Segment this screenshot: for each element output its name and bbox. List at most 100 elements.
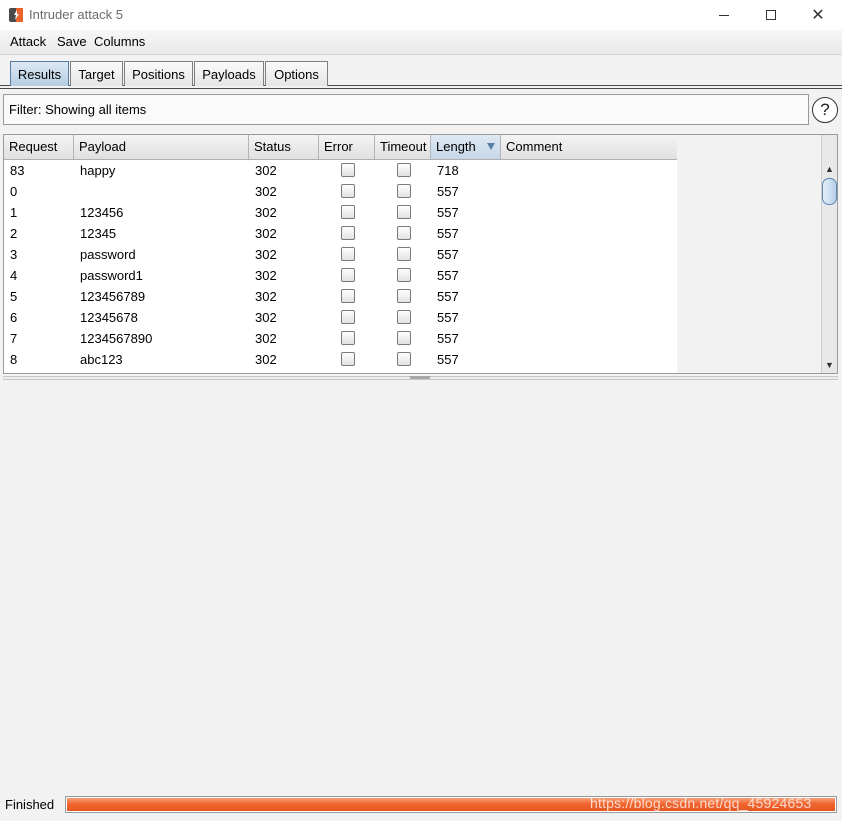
cell-payload: password	[80, 247, 136, 262]
timeout-checkbox[interactable]	[397, 268, 411, 282]
tab-positions[interactable]: Positions	[124, 61, 193, 86]
menu-attack[interactable]: Attack	[10, 34, 46, 49]
cell-length: 557	[437, 205, 459, 220]
cell-request: 0	[10, 184, 18, 199]
filter-bar[interactable]: Filter: Showing all items	[3, 94, 809, 125]
error-checkbox[interactable]	[341, 352, 355, 366]
error-checkbox[interactable]	[341, 226, 355, 240]
scrollbar-thumb[interactable]	[822, 178, 837, 205]
table-row[interactable]: 2 12345 302 557	[4, 223, 677, 244]
column-header-error[interactable]: Error	[319, 135, 375, 159]
table-row[interactable]: 5 123456789 302 557	[4, 286, 677, 307]
tab-divider	[0, 88, 842, 89]
error-checkbox[interactable]	[341, 331, 355, 345]
timeout-checkbox[interactable]	[397, 163, 411, 177]
cell-length: 718	[437, 163, 459, 178]
table-row[interactable]: 7 1234567890 302 557	[4, 328, 677, 349]
timeout-checkbox[interactable]	[397, 247, 411, 261]
timeout-checkbox[interactable]	[397, 226, 411, 240]
column-header-request[interactable]: Request	[4, 135, 74, 159]
table-row[interactable]: 3 password 302 557	[4, 244, 677, 265]
cell-payload: password1	[80, 268, 143, 283]
table-row[interactable]: 8 abc123 302 557	[4, 349, 677, 370]
cell-payload: happy	[80, 163, 116, 178]
minimize-icon	[719, 14, 729, 16]
cell-length: 557	[437, 310, 459, 325]
cell-payload: 12345	[80, 226, 117, 241]
error-checkbox[interactable]	[341, 310, 355, 324]
cell-length: 557	[437, 247, 459, 262]
title-bar: Intruder attack 5 ✕	[0, 0, 842, 30]
status-label: Finished	[5, 797, 55, 812]
tab-results[interactable]: Results	[10, 61, 69, 86]
error-checkbox[interactable]	[341, 247, 355, 261]
cell-status: 302	[255, 289, 277, 304]
scroll-down-arrow-icon[interactable]: ▼	[822, 358, 837, 372]
error-checkbox[interactable]	[341, 184, 355, 198]
cell-status: 302	[255, 163, 277, 178]
column-header-comment[interactable]: Comment	[501, 135, 677, 159]
maximize-icon	[766, 10, 776, 20]
table-row[interactable]: 6 12345678 302 557	[4, 307, 677, 328]
cell-request: 8	[10, 352, 18, 367]
tab-payloads[interactable]: Payloads	[194, 61, 264, 86]
column-header-length[interactable]: Length	[431, 135, 501, 159]
cell-length: 557	[437, 352, 459, 367]
vertical-scrollbar[interactable]: ▲ ▼	[821, 135, 837, 373]
maximize-button[interactable]	[748, 0, 794, 30]
cell-status: 302	[255, 247, 277, 262]
timeout-checkbox[interactable]	[397, 184, 411, 198]
close-button[interactable]: ✕	[795, 0, 841, 30]
menu-save[interactable]: Save	[57, 34, 87, 49]
column-header-length-label: Length	[436, 139, 476, 154]
cell-status: 302	[255, 331, 277, 346]
cell-status: 302	[255, 226, 277, 241]
menu-bar: Attack Save Columns	[0, 30, 842, 55]
cell-request: 5	[10, 289, 18, 304]
column-header-timeout[interactable]: Timeout	[375, 135, 431, 159]
table-row[interactable]: 4 password1 302 557	[4, 265, 677, 286]
error-checkbox[interactable]	[341, 268, 355, 282]
help-icon: ?	[820, 100, 830, 119]
cell-request: 7	[10, 331, 18, 346]
window-title: Intruder attack 5	[29, 7, 123, 22]
error-checkbox[interactable]	[341, 205, 355, 219]
timeout-checkbox[interactable]	[397, 352, 411, 366]
error-checkbox[interactable]	[341, 163, 355, 177]
column-header-payload[interactable]: Payload	[74, 135, 249, 159]
tab-options[interactable]: Options	[265, 61, 328, 86]
cell-request: 6	[10, 310, 18, 325]
menu-columns[interactable]: Columns	[94, 34, 145, 49]
scroll-up-arrow-icon[interactable]: ▲	[822, 162, 837, 176]
cell-request: 83	[10, 163, 25, 178]
cell-request: 4	[10, 268, 18, 283]
cell-status: 302	[255, 268, 277, 283]
close-icon: ✕	[811, 5, 825, 24]
error-checkbox[interactable]	[341, 289, 355, 303]
cell-length: 557	[437, 184, 459, 199]
cell-status: 302	[255, 352, 277, 367]
help-button[interactable]: ?	[812, 97, 838, 123]
burp-app-icon	[9, 8, 23, 22]
tab-target[interactable]: Target	[70, 61, 123, 86]
table-row[interactable]: 1 123456 302 557	[4, 202, 677, 223]
table-header: Request Payload Status Error Timeout Len…	[4, 135, 677, 160]
table-row[interactable]: 83 happy 302 718	[4, 160, 677, 181]
column-header-status[interactable]: Status	[249, 135, 319, 159]
table-row[interactable]: 0 302 557	[4, 181, 677, 202]
timeout-checkbox[interactable]	[397, 310, 411, 324]
results-table: Request Payload Status Error Timeout Len…	[4, 135, 677, 373]
divider-grip-icon[interactable]	[410, 376, 430, 379]
cell-payload: 12345678	[80, 310, 138, 325]
timeout-checkbox[interactable]	[397, 331, 411, 345]
timeout-checkbox[interactable]	[397, 289, 411, 303]
cell-length: 557	[437, 268, 459, 283]
cell-status: 302	[255, 184, 277, 199]
results-table-panel: Request Payload Status Error Timeout Len…	[3, 134, 838, 374]
cell-request: 2	[10, 226, 18, 241]
cell-status: 302	[255, 205, 277, 220]
minimize-button[interactable]	[701, 0, 747, 30]
timeout-checkbox[interactable]	[397, 205, 411, 219]
cell-request: 1	[10, 205, 18, 220]
cell-payload: 123456789	[80, 289, 146, 304]
